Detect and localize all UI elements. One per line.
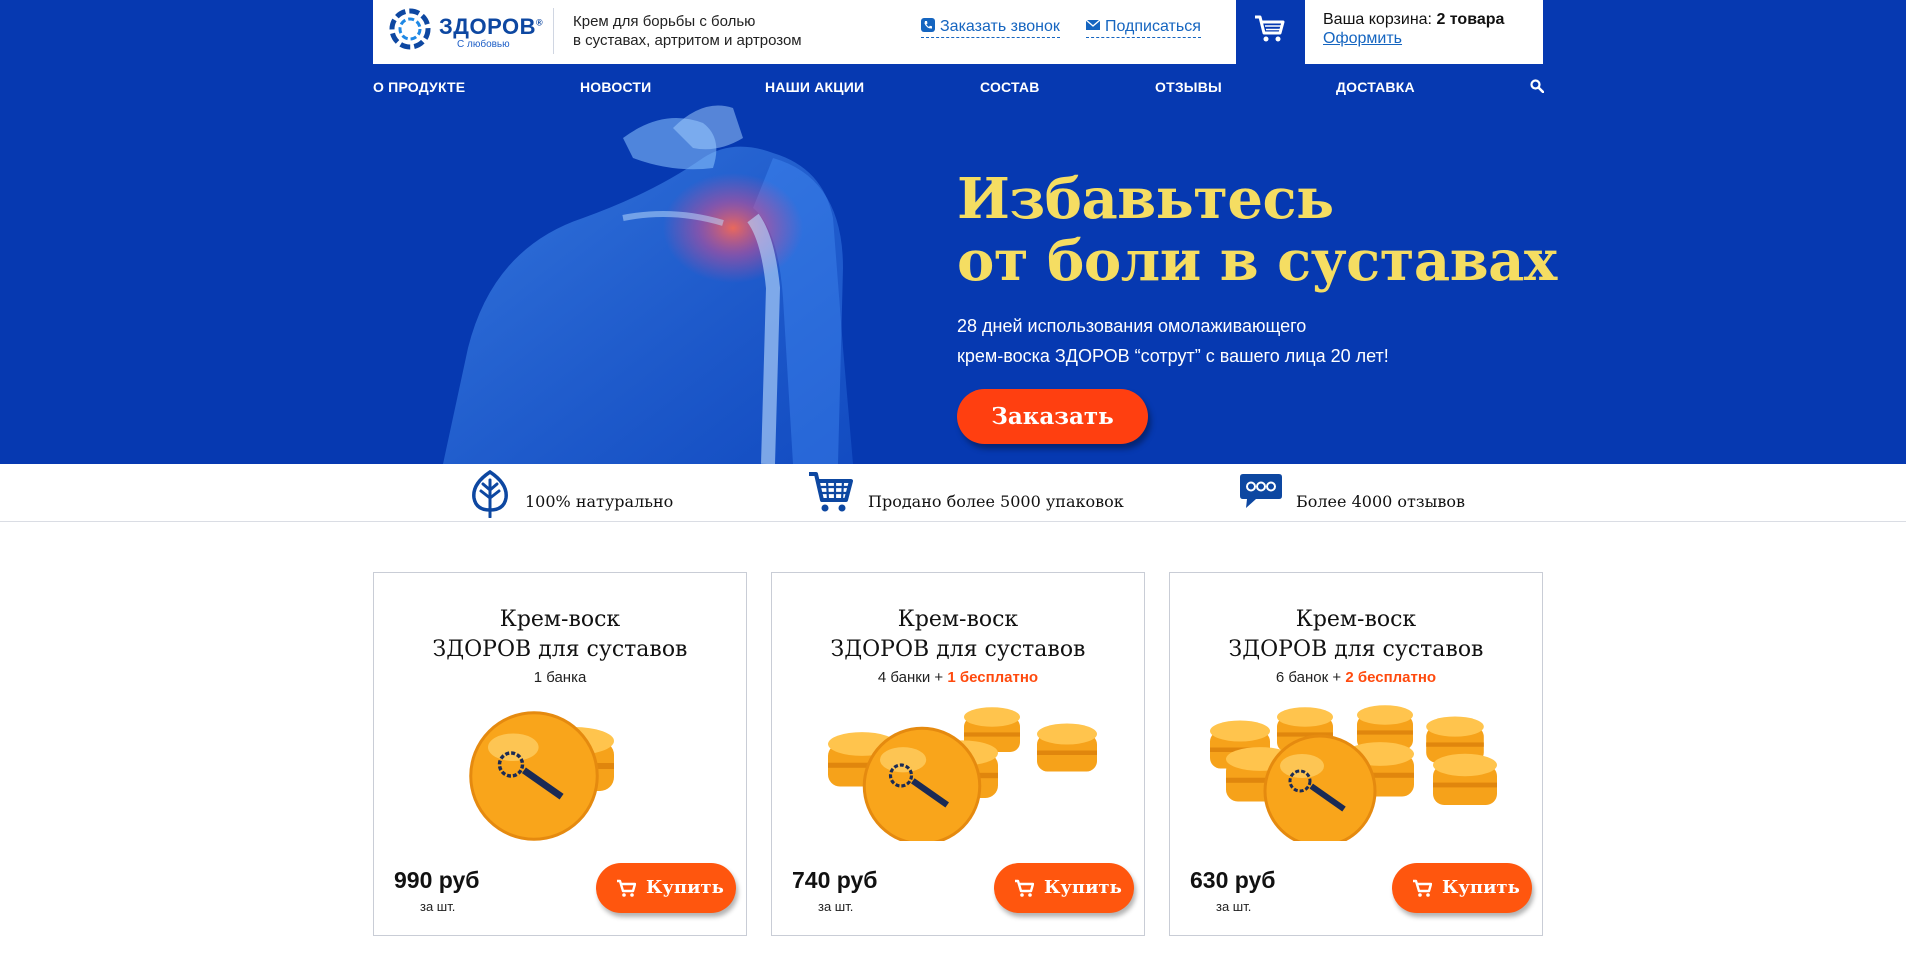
hero-description: 28 дней использования омолаживающего кре… bbox=[957, 316, 1389, 366]
page: ЗДОРОВ® С любовью Крем для борьбы с боль… bbox=[0, 0, 1906, 961]
search-icon[interactable] bbox=[1530, 79, 1544, 93]
product-quantity: 6 банок + 2 бесплатно bbox=[1275, 669, 1437, 686]
feature-reviews: Более 4000 отзывов bbox=[1238, 464, 1468, 522]
cart-icon bbox=[1413, 879, 1432, 897]
basket-count: 2 товара bbox=[1436, 11, 1505, 28]
product-card-1: Крем-воск ЗДОРОВ для суставов 1 банка 99… bbox=[373, 572, 747, 936]
product-image bbox=[828, 707, 1097, 841]
price-unit: за шт. bbox=[1216, 899, 1252, 914]
buy-button[interactable]: Купить bbox=[994, 863, 1134, 913]
cart-icon bbox=[809, 472, 853, 512]
callback-link[interactable]: Заказать звонок bbox=[921, 18, 1060, 38]
product-card-3: Крем-воск ЗДОРОВ для суставов 6 банок + … bbox=[1169, 572, 1543, 936]
product-quantity: 1 банка bbox=[533, 669, 587, 686]
jar-front-icon bbox=[1263, 734, 1377, 841]
logo-slogan: С любовью bbox=[457, 39, 510, 50]
jar-icon bbox=[1433, 753, 1497, 805]
product-image bbox=[469, 711, 614, 841]
tagline: Крем для борьбы с болью в суставах, артр… bbox=[573, 13, 802, 49]
product-price: 990 руб bbox=[394, 867, 480, 893]
order-button[interactable]: Заказать bbox=[957, 389, 1148, 444]
nav-item-promotions[interactable]: НАШИ АКЦИИ bbox=[765, 79, 864, 95]
product-image bbox=[1210, 705, 1497, 841]
logo[interactable]: ЗДОРОВ® С любовью bbox=[387, 6, 547, 56]
jar-front-icon bbox=[862, 726, 982, 841]
hero-title: Избавьтесь от боли в суставах bbox=[957, 166, 1557, 294]
main-nav: О ПРОДУКТЕ НОВОСТИ НАШИ АКЦИИ СОСТАВ ОТЗ… bbox=[373, 76, 1544, 98]
nav-item-ingredients[interactable]: СОСТАВ bbox=[980, 79, 1040, 95]
price-unit: за шт. bbox=[420, 899, 456, 914]
checkout-link[interactable]: Оформить bbox=[1323, 30, 1402, 48]
features-strip: 100% натурально Продано более 5000 упако… bbox=[0, 464, 1906, 522]
product-title: Крем-воск ЗДОРОВ для суставов bbox=[432, 607, 688, 662]
subscribe-link[interactable]: Подписаться bbox=[1086, 18, 1201, 38]
nav-item-delivery[interactable]: ДОСТАВКА bbox=[1336, 79, 1415, 95]
logo-ring-icon bbox=[389, 8, 431, 50]
logo-title: ЗДОРОВ® bbox=[439, 14, 544, 39]
cart-button[interactable] bbox=[1236, 0, 1305, 64]
jar-front-icon bbox=[469, 711, 599, 841]
blue-background bbox=[0, 0, 1906, 464]
product-quantity: 4 банки + 1 бесплатно bbox=[877, 669, 1039, 686]
nav-item-reviews[interactable]: ОТЗЫВЫ bbox=[1155, 79, 1222, 95]
header-divider bbox=[553, 8, 554, 54]
nav-item-news[interactable]: НОВОСТИ bbox=[580, 79, 651, 95]
price-unit: за шт. bbox=[818, 899, 854, 914]
nav-item-about[interactable]: О ПРОДУКТЕ bbox=[373, 79, 465, 95]
feature-sold: Продано более 5000 упаковок bbox=[808, 464, 1124, 522]
phone-icon bbox=[921, 18, 935, 32]
header: ЗДОРОВ® С любовью Крем для борьбы с боль… bbox=[373, 0, 1543, 64]
chat-icon bbox=[1240, 474, 1282, 508]
hero-shoulder-illustration bbox=[443, 105, 853, 464]
mail-icon bbox=[1086, 19, 1100, 30]
product-title: Крем-воск ЗДОРОВ для суставов bbox=[1228, 607, 1484, 662]
jar-icon bbox=[1037, 723, 1097, 772]
product-card-2: Крем-воск ЗДОРОВ для суставов 4 банки + … bbox=[771, 572, 1145, 936]
buy-button[interactable]: Купить bbox=[596, 863, 736, 913]
leaf-icon bbox=[472, 470, 508, 518]
basket-summary: Ваша корзина: 2 товара bbox=[1323, 11, 1505, 28]
cart-icon bbox=[1015, 879, 1034, 897]
product-title: Крем-воск ЗДОРОВ для суставов bbox=[830, 607, 1086, 662]
cart-icon bbox=[617, 879, 636, 897]
buy-button[interactable]: Купить bbox=[1392, 863, 1532, 913]
product-price: 630 руб bbox=[1190, 867, 1276, 893]
feature-natural: 100% натурально bbox=[470, 464, 690, 522]
product-price: 740 руб bbox=[792, 867, 878, 893]
cart-icon bbox=[1255, 15, 1285, 42]
